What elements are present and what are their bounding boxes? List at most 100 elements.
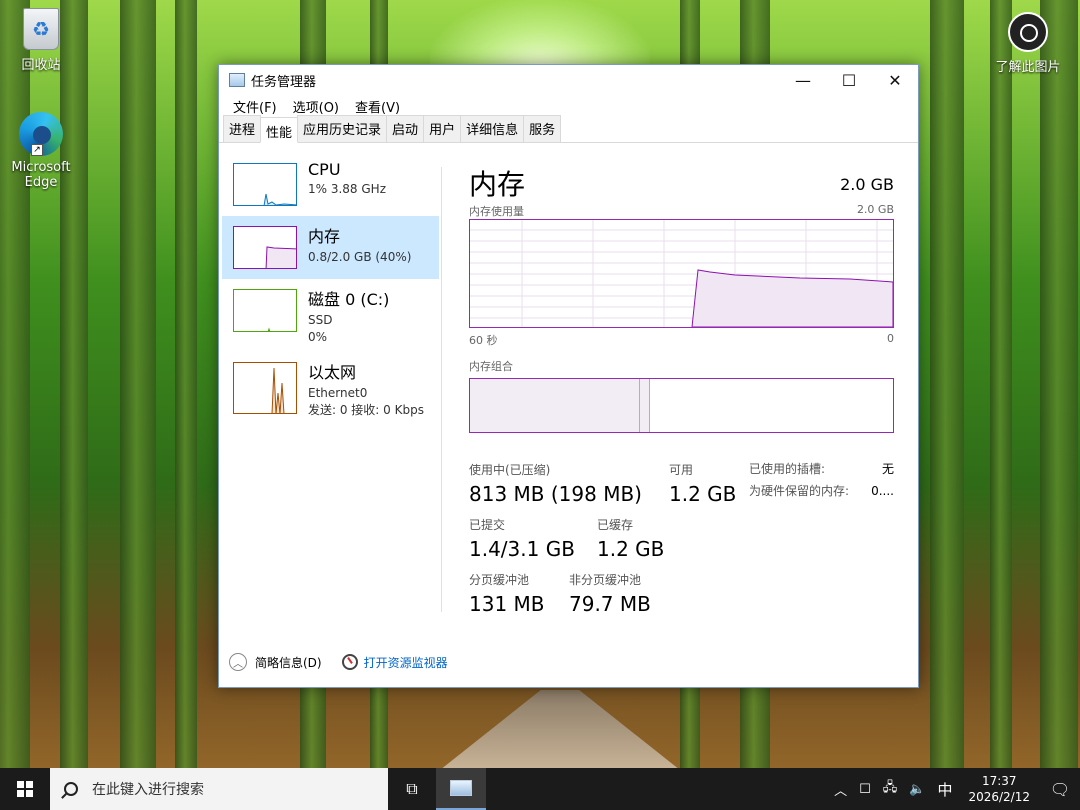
ethernet-thumbnail-graph: [233, 362, 297, 414]
stat-committed: 已提交 1.4/3.1 GB: [469, 516, 575, 561]
task-manager-window: 任务管理器 — ☐ ✕ 文件(F) 选项(O) 查看(V) 进程 性能 应用历史…: [218, 64, 919, 688]
sidebar-item-disk-type: SSD: [308, 313, 333, 327]
sidebar-item-cpu[interactable]: CPU 1% 3.88 GHz: [222, 153, 439, 216]
network-icon[interactable]: 🖧: [877, 778, 904, 800]
sidebar-item-disk-usage: 0%: [308, 330, 328, 344]
maximize-button[interactable]: ☐: [826, 65, 872, 95]
memory-composition-bar: [469, 378, 894, 433]
notification-center-icon[interactable]: 🗨: [1040, 780, 1080, 799]
stat-available: 可用 1.2 GB: [669, 461, 736, 506]
close-button[interactable]: ✕: [872, 65, 918, 95]
open-resource-monitor-link[interactable]: 打开资源监视器: [364, 654, 448, 671]
windows-logo-icon: [17, 781, 33, 797]
window-footer: ︿ 简略信息(D) 打开资源监视器: [229, 653, 448, 671]
stat-available-label: 可用: [669, 463, 694, 477]
sidebar-item-ethernet-throughput: 发送: 0 接收: 0 Kbps: [308, 403, 424, 417]
reserved-label: 为硬件保留的内存:: [749, 484, 850, 498]
panel-divider: [441, 167, 442, 612]
resource-sidebar: CPU 1% 3.88 GHz 内存 0.8/2.0 GB (40%) 磁盘 0…: [222, 153, 439, 427]
search-icon: [64, 782, 78, 796]
stat-available-value: 1.2 GB: [669, 482, 737, 506]
task-manager-taskbar-icon: [450, 780, 472, 796]
taskbar-task-manager-button[interactable]: [436, 768, 486, 810]
volume-icon[interactable]: 🔈: [903, 782, 931, 797]
sidebar-item-disk-name: 磁盘 0 (C:): [308, 290, 390, 309]
clock-date: 2026/2/12: [968, 790, 1030, 804]
recycle-bin-icon: [23, 8, 59, 50]
hardware-details: 已使用的插槽: 无 为硬件保留的内存: 0....: [749, 458, 894, 502]
search-placeholder: 在此键入进行搜索: [92, 782, 204, 798]
menu-file[interactable]: 文件(F): [225, 97, 285, 116]
resource-monitor-icon: [341, 654, 358, 670]
taskbar: 在此键入进行搜索 ⧉ ︿ ☐ 🖧 🔈 中 17:37 2026/2/12 🗨: [0, 768, 1080, 810]
camera-info-icon: [1008, 12, 1048, 52]
memory-thumbnail-graph: [233, 226, 297, 269]
tab-processes[interactable]: 进程: [223, 115, 262, 142]
slots-label: 已使用的插槽:: [749, 462, 826, 476]
sidebar-item-ethernet[interactable]: 以太网 Ethernet0 发送: 0 接收: 0 Kbps: [222, 352, 439, 427]
show-hidden-icons-icon[interactable]: ︿: [828, 780, 853, 799]
action-box-icon[interactable]: ☐: [853, 782, 877, 797]
tab-app-history[interactable]: 应用历史记录: [297, 115, 388, 142]
stat-nonpaged-value: 79.7 MB: [569, 592, 651, 616]
recycle-bin-desktop-icon[interactable]: 回收站: [1, 8, 81, 73]
memory-usage-max: 2.0 GB: [856, 203, 894, 216]
window-title: 任务管理器: [251, 74, 317, 90]
tab-users[interactable]: 用户: [423, 115, 462, 142]
chevron-up-icon[interactable]: ︿: [229, 653, 247, 671]
sidebar-item-disk[interactable]: 磁盘 0 (C:) SSD 0%: [222, 279, 439, 344]
clock-time: 17:37: [981, 774, 1017, 788]
clock[interactable]: 17:37 2026/2/12: [958, 773, 1040, 805]
stat-in-use-value: 813 MB (198 MB): [469, 482, 642, 506]
performance-panel: CPU 1% 3.88 GHz 内存 0.8/2.0 GB (40%) 磁盘 0…: [219, 145, 918, 642]
stat-cached-label: 已缓存: [597, 518, 634, 532]
memory-total: 2.0 GB: [840, 175, 894, 194]
learn-picture-desktop-icon[interactable]: 了解此图片: [988, 12, 1068, 75]
sidebar-item-memory-detail: 0.8/2.0 GB (40%): [308, 250, 412, 264]
edge-label: Microsoft Edge: [11, 160, 71, 190]
memory-usage-label: 内存使用量: [469, 205, 524, 218]
edge-desktop-icon[interactable]: ↗ Microsoft Edge: [1, 112, 81, 190]
system-tray: ︿ ☐ 🖧 🔈 中 17:37 2026/2/12 🗨: [828, 768, 1080, 810]
stat-in-use: 使用中(已压缩) 813 MB (198 MB): [469, 461, 642, 506]
fewer-details-button[interactable]: 简略信息(D): [255, 654, 322, 671]
composition-in-use: [470, 379, 640, 432]
menu-options[interactable]: 选项(O): [285, 97, 347, 116]
memory-composition-label: 内存组合: [469, 360, 513, 373]
stat-paged-pool: 分页缓冲池 131 MB: [469, 571, 545, 616]
sidebar-item-ethernet-name: 以太网: [308, 363, 357, 382]
tab-performance[interactable]: 性能: [260, 117, 299, 143]
cpu-thumbnail-graph: [233, 163, 297, 206]
stat-committed-label: 已提交: [469, 518, 506, 532]
stat-paged-value: 131 MB: [469, 592, 545, 616]
tab-services[interactable]: 服务: [523, 115, 562, 142]
sidebar-item-cpu-detail: 1% 3.88 GHz: [308, 182, 387, 196]
start-button[interactable]: [0, 768, 50, 810]
stat-nonpaged-pool: 非分页缓冲池 79.7 MB: [569, 571, 651, 616]
axis-start-label: 60 秒: [469, 334, 498, 347]
stat-in-use-label: 使用中(已压缩): [469, 463, 551, 477]
reserved-value: 0....: [871, 484, 894, 498]
stat-cached-value: 1.2 GB: [597, 537, 665, 561]
learn-picture-label: 了解此图片: [995, 60, 1061, 75]
tab-details[interactable]: 详细信息: [460, 115, 525, 142]
slots-value: 无: [881, 462, 894, 476]
edge-icon: ↗: [19, 112, 63, 156]
title-bar[interactable]: 任务管理器 — ☐ ✕: [219, 65, 918, 95]
disk-thumbnail-graph: [233, 289, 297, 332]
minimize-button[interactable]: —: [780, 65, 826, 95]
tab-startup[interactable]: 启动: [386, 115, 425, 142]
stat-paged-label: 分页缓冲池: [469, 573, 530, 587]
taskbar-search-box[interactable]: 在此键入进行搜索: [50, 768, 388, 810]
memory-heading: 内存: [469, 168, 526, 201]
menu-view[interactable]: 查看(V): [347, 97, 408, 116]
task-view-icon[interactable]: ⧉: [388, 768, 436, 810]
input-method-indicator[interactable]: 中: [931, 779, 958, 800]
sidebar-item-memory[interactable]: 内存 0.8/2.0 GB (40%): [222, 216, 439, 279]
memory-details: 内存 2.0 GB 内存使用量 2.0 GB 60 秒 0 内存组合 使用中(已…: [469, 145, 894, 616]
composition-modified: [640, 379, 650, 432]
memory-usage-graph: [469, 219, 894, 328]
stat-cached: 已缓存 1.2 GB: [597, 516, 664, 561]
shortcut-arrow-icon: ↗: [31, 144, 43, 156]
sidebar-item-ethernet-adapter: Ethernet0: [308, 386, 368, 400]
